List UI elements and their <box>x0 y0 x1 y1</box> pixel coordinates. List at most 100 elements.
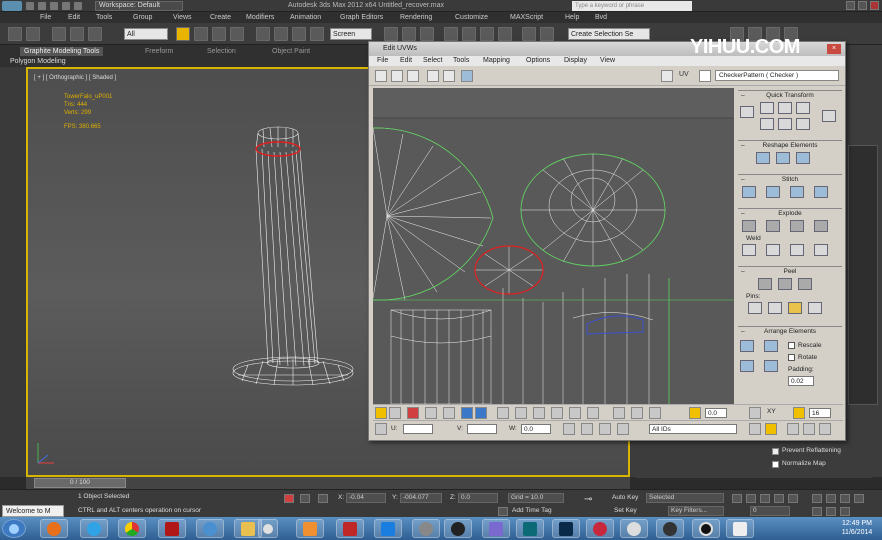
stitch-source-icon[interactable] <box>766 186 780 198</box>
screen-taskbar-icon[interactable] <box>482 519 510 538</box>
filter-selected-icon[interactable] <box>617 423 629 435</box>
pan-view-icon[interactable] <box>812 507 822 516</box>
quick-peel-icon[interactable] <box>758 278 772 290</box>
menu-group[interactable]: Group <box>133 13 152 22</box>
loop-shrink-icon[interactable] <box>533 407 545 419</box>
detach-icon[interactable] <box>766 220 780 232</box>
key-mode-dropdown[interactable]: Selected <box>646 493 724 503</box>
uvw-menu-view[interactable]: View <box>600 56 615 66</box>
lock-icon[interactable] <box>563 423 575 435</box>
freeze-icon[interactable] <box>599 423 611 435</box>
hide-icon[interactable] <box>581 423 593 435</box>
set-key-icon[interactable]: ⊸ <box>584 495 602 505</box>
straighten-selection-icon[interactable] <box>756 152 770 164</box>
mirror-icon[interactable] <box>443 70 455 82</box>
media-capture-taskbar-icon[interactable] <box>692 519 720 538</box>
unlink-icon[interactable] <box>70 27 84 41</box>
rotate-cw-icon[interactable] <box>778 118 792 130</box>
pivot-select-icon[interactable] <box>740 106 754 118</box>
absolute-mode-icon[interactable] <box>318 494 328 503</box>
snaps-toggle-icon[interactable] <box>444 27 458 41</box>
auto-key-button[interactable]: Auto Key <box>612 494 638 501</box>
scale-icon[interactable] <box>407 70 419 82</box>
tab-selection[interactable]: Selection <box>207 47 236 56</box>
media-taskbar-icon[interactable] <box>258 519 278 538</box>
save-icon[interactable] <box>50 2 58 10</box>
menu-edit[interactable]: Edit <box>68 13 80 22</box>
menu-tools[interactable]: Tools <box>96 13 112 22</box>
align-horizontal-icon[interactable] <box>778 102 792 114</box>
wireframe-tower-model[interactable] <box>218 119 368 399</box>
pack-together-icon[interactable] <box>740 360 754 372</box>
field-of-view-icon[interactable] <box>854 494 864 503</box>
stitch-custom-icon[interactable] <box>742 186 756 198</box>
rotate-checkbox[interactable] <box>788 354 795 361</box>
edit-named-selection-icon[interactable] <box>522 27 536 41</box>
move-icon[interactable] <box>375 70 387 82</box>
command-panel-strip[interactable] <box>848 145 878 405</box>
unpin-icon[interactable] <box>768 302 782 314</box>
flatten-icon[interactable] <box>790 220 804 232</box>
zoom-extents-all-icon[interactable] <box>840 494 850 503</box>
tab-object-paint[interactable]: Object Paint <box>272 47 310 56</box>
paint-select-icon[interactable] <box>613 407 625 419</box>
uvw-menu-file[interactable]: File <box>377 56 388 66</box>
polygon-mode-icon[interactable] <box>407 407 419 419</box>
y-coord-field[interactable]: -004.077 <box>400 493 442 503</box>
edge-loop-icon[interactable] <box>461 407 473 419</box>
align-vertical-icon[interactable] <box>760 102 774 114</box>
v-spinner[interactable] <box>467 424 497 434</box>
close-button[interactable] <box>870 1 879 10</box>
select-manipulate-icon[interactable] <box>402 27 416 41</box>
pack-custom-icon[interactable] <box>740 340 754 352</box>
ribbon-panel-label[interactable]: Polygon Modeling <box>10 58 66 65</box>
percent-snap-icon[interactable] <box>480 27 494 41</box>
internet-explorer-taskbar-icon[interactable] <box>80 519 108 538</box>
media-player-taskbar-icon[interactable] <box>296 519 324 538</box>
freeform-icon[interactable] <box>427 70 439 82</box>
zoom-region-icon[interactable] <box>787 423 799 435</box>
go-to-start-icon[interactable] <box>732 494 742 503</box>
show-map-icon[interactable] <box>461 70 473 82</box>
add-time-tag[interactable]: Add Time Tag <box>512 507 552 514</box>
isolate-selection-icon[interactable] <box>284 494 294 503</box>
menu-modifiers[interactable]: Modifiers <box>246 13 274 22</box>
select-element-icon[interactable] <box>425 407 437 419</box>
select-rotate-icon[interactable] <box>274 27 288 41</box>
expand-selection-icon[interactable] <box>515 407 527 419</box>
filezilla-taskbar-icon[interactable] <box>158 519 186 538</box>
reshape-elements-header[interactable]: Reshape Elements <box>738 140 842 150</box>
tab-graphite-modeling-tools[interactable]: Graphite Modeling Tools <box>20 47 104 56</box>
key-filters-button[interactable]: Key Filters... <box>668 506 724 516</box>
orbit-icon[interactable] <box>826 507 836 516</box>
uvw-menu-mapping[interactable]: Mapping <box>483 56 510 66</box>
firefox-taskbar-icon[interactable] <box>40 519 68 538</box>
taskbar-clock[interactable]: 12:49 PM 11/6/2014 <box>836 519 878 537</box>
new-icon[interactable] <box>26 2 34 10</box>
grow-selection-icon[interactable] <box>443 407 455 419</box>
zoom-icon[interactable] <box>765 423 777 435</box>
selection-lock-icon[interactable] <box>300 494 310 503</box>
zoom-selected-icon[interactable] <box>819 423 831 435</box>
select-pinned-icon[interactable] <box>808 302 822 314</box>
x-coord-field[interactable]: -0.04 <box>346 493 386 503</box>
edge-mode-icon[interactable] <box>389 407 401 419</box>
redo-icon[interactable] <box>26 27 40 41</box>
network-taskbar-icon[interactable] <box>196 519 224 538</box>
rescale-elements-icon[interactable] <box>764 360 778 372</box>
weld-settings-icon[interactable] <box>814 244 828 256</box>
break-icon[interactable] <box>742 220 756 232</box>
soft-selection-toggle-icon[interactable] <box>689 407 701 419</box>
material-id-dropdown[interactable]: All IDs <box>649 424 737 434</box>
xy-label[interactable]: XY <box>767 408 776 415</box>
u-spinner[interactable] <box>403 424 433 434</box>
straighten-icon[interactable] <box>796 102 810 114</box>
named-selection-sets-dropdown[interactable]: Create Selection Se <box>568 28 650 40</box>
3dsmax-taskbar-icon[interactable] <box>516 519 544 538</box>
maxscript-listener[interactable]: Welcome to M <box>2 505 64 517</box>
menu-customize[interactable]: Customize <box>455 13 488 22</box>
autodesk-taskbar-icon[interactable] <box>336 519 364 538</box>
arrange-elements-header[interactable]: Arrange Elements <box>738 326 842 336</box>
search-input[interactable]: Type a keyword or phrase <box>572 1 692 11</box>
redo-icon[interactable] <box>74 2 82 10</box>
